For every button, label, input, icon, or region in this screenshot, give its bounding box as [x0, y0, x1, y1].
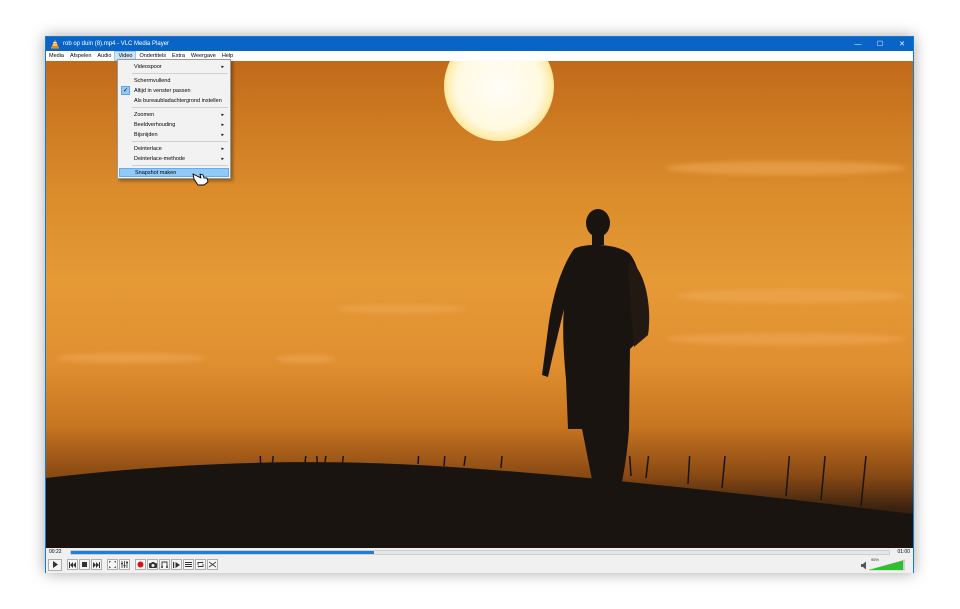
cloud — [276, 355, 336, 363]
menu-media[interactable]: Media — [46, 51, 67, 61]
prev-icon — [69, 561, 76, 568]
menu-item-deinterlace[interactable]: Deinterlace ▸ — [119, 144, 229, 153]
submenu-arrow-icon: ▸ — [221, 131, 224, 138]
maximize-button[interactable]: ☐ — [869, 37, 891, 51]
playlist-toggle-icon — [185, 561, 192, 567]
shuffle-button[interactable] — [207, 559, 218, 570]
seek-bar[interactable] — [70, 550, 890, 555]
menu-item-label: Deinterlace-methode — [134, 155, 186, 162]
cloud — [336, 305, 466, 313]
submenu-arrow-icon: ▸ — [221, 155, 224, 162]
menu-item-snapshot-maken[interactable]: Snapshot maken — [119, 168, 229, 177]
extended-settings-icon — [121, 561, 128, 568]
loop-button[interactable] — [195, 559, 206, 570]
menu-item-label: Beeldverhouding — [134, 121, 176, 128]
menu-item-zoomen[interactable]: Zoomen ▸ — [119, 110, 229, 119]
total-time: 01:00 — [897, 549, 910, 555]
menu-item-label: Als bureaubladachtergrond instellen — [134, 97, 222, 104]
menu-item-altijd-in-venster-passen[interactable]: ✓ Altijd in venster passen — [119, 86, 229, 95]
hill-silhouette — [46, 456, 913, 548]
volume-slider[interactable] — [861, 557, 905, 571]
play-icon — [52, 561, 58, 568]
record-button[interactable] — [135, 559, 146, 570]
menu-item-schermvullend[interactable]: Schermvullend — [119, 76, 229, 85]
menu-afspelen[interactable]: Afspelen — [67, 51, 94, 61]
menu-divider — [132, 165, 228, 166]
play-button[interactable] — [48, 558, 62, 571]
menu-item-label: Deinterlace — [134, 145, 162, 152]
playlist-button[interactable] — [183, 559, 194, 570]
title-bar[interactable]: rob op duin (8).mp4 - VLC Media Player —… — [46, 37, 913, 51]
speaker-icon — [861, 561, 866, 570]
cloud — [666, 333, 906, 345]
menu-item-bureaubladachtergrond[interactable]: Als bureaubladachtergrond instellen — [119, 96, 229, 105]
sun — [444, 61, 554, 141]
submenu-arrow-icon: ▸ — [221, 145, 224, 152]
menu-divider — [132, 141, 228, 142]
snapshot-button[interactable] — [147, 559, 158, 570]
submenu-arrow-icon: ▸ — [221, 121, 224, 128]
vlc-cone-icon — [51, 39, 59, 49]
person-silhouette — [542, 209, 650, 501]
elapsed-time: 00:22 — [49, 549, 62, 555]
menu-divider — [132, 107, 228, 108]
close-button[interactable]: ✕ — [891, 37, 913, 51]
frame-by-frame-icon — [173, 561, 180, 568]
frame-by-frame-button[interactable] — [171, 559, 182, 570]
loop-ab-icon — [161, 561, 168, 568]
next-button[interactable] — [91, 559, 102, 570]
hand-cursor-icon — [192, 173, 209, 186]
menu-item-videospoor[interactable]: Videospoor ▸ — [119, 62, 229, 71]
menu-item-label: Snapshot maken — [135, 169, 177, 176]
loop-icon — [197, 561, 204, 568]
stop-button[interactable] — [79, 559, 90, 570]
next-icon — [93, 561, 100, 568]
record-icon — [137, 561, 144, 568]
extended-settings-button[interactable] — [119, 559, 130, 570]
menu-audio[interactable]: Audio — [94, 51, 114, 61]
submenu-arrow-icon: ▸ — [221, 63, 224, 70]
cloud — [666, 161, 906, 175]
snapshot-icon — [148, 561, 157, 568]
video-dropdown-menu: Videospoor ▸ Schermvullend ✓ Altijd in v… — [117, 59, 231, 179]
fullscreen-button[interactable] — [107, 559, 118, 570]
stop-icon — [82, 562, 87, 567]
loop-ab-button[interactable] — [159, 559, 170, 570]
menu-divider — [132, 73, 228, 74]
minimize-button[interactable]: — — [847, 37, 869, 51]
previous-button[interactable] — [67, 559, 78, 570]
submenu-arrow-icon: ▸ — [221, 111, 224, 118]
checkmark-icon: ✓ — [121, 86, 130, 95]
menu-item-label: Schermvullend — [134, 77, 171, 84]
menu-item-label: Bijsnijden — [134, 131, 158, 138]
menu-item-deinterlace-methode[interactable]: Deinterlace-methode ▸ — [119, 154, 229, 163]
seek-progress — [71, 551, 374, 554]
menu-item-label: Altijd in venster passen — [134, 87, 191, 94]
fullscreen-icon — [109, 561, 116, 568]
window-title: rob op duin (8).mp4 - VLC Media Player — [63, 41, 170, 47]
menu-item-bijsnijden[interactable]: Bijsnijden ▸ — [119, 130, 229, 139]
menu-item-label: Videospoor — [134, 63, 162, 70]
cloud — [676, 289, 906, 303]
menu-item-beeldverhouding[interactable]: Beeldverhouding ▸ — [119, 120, 229, 129]
control-bar: 00:22 01:00 95% — [46, 548, 913, 573]
shuffle-icon — [209, 561, 216, 568]
menu-item-label: Zoomen — [134, 111, 155, 118]
cloud — [56, 353, 206, 363]
